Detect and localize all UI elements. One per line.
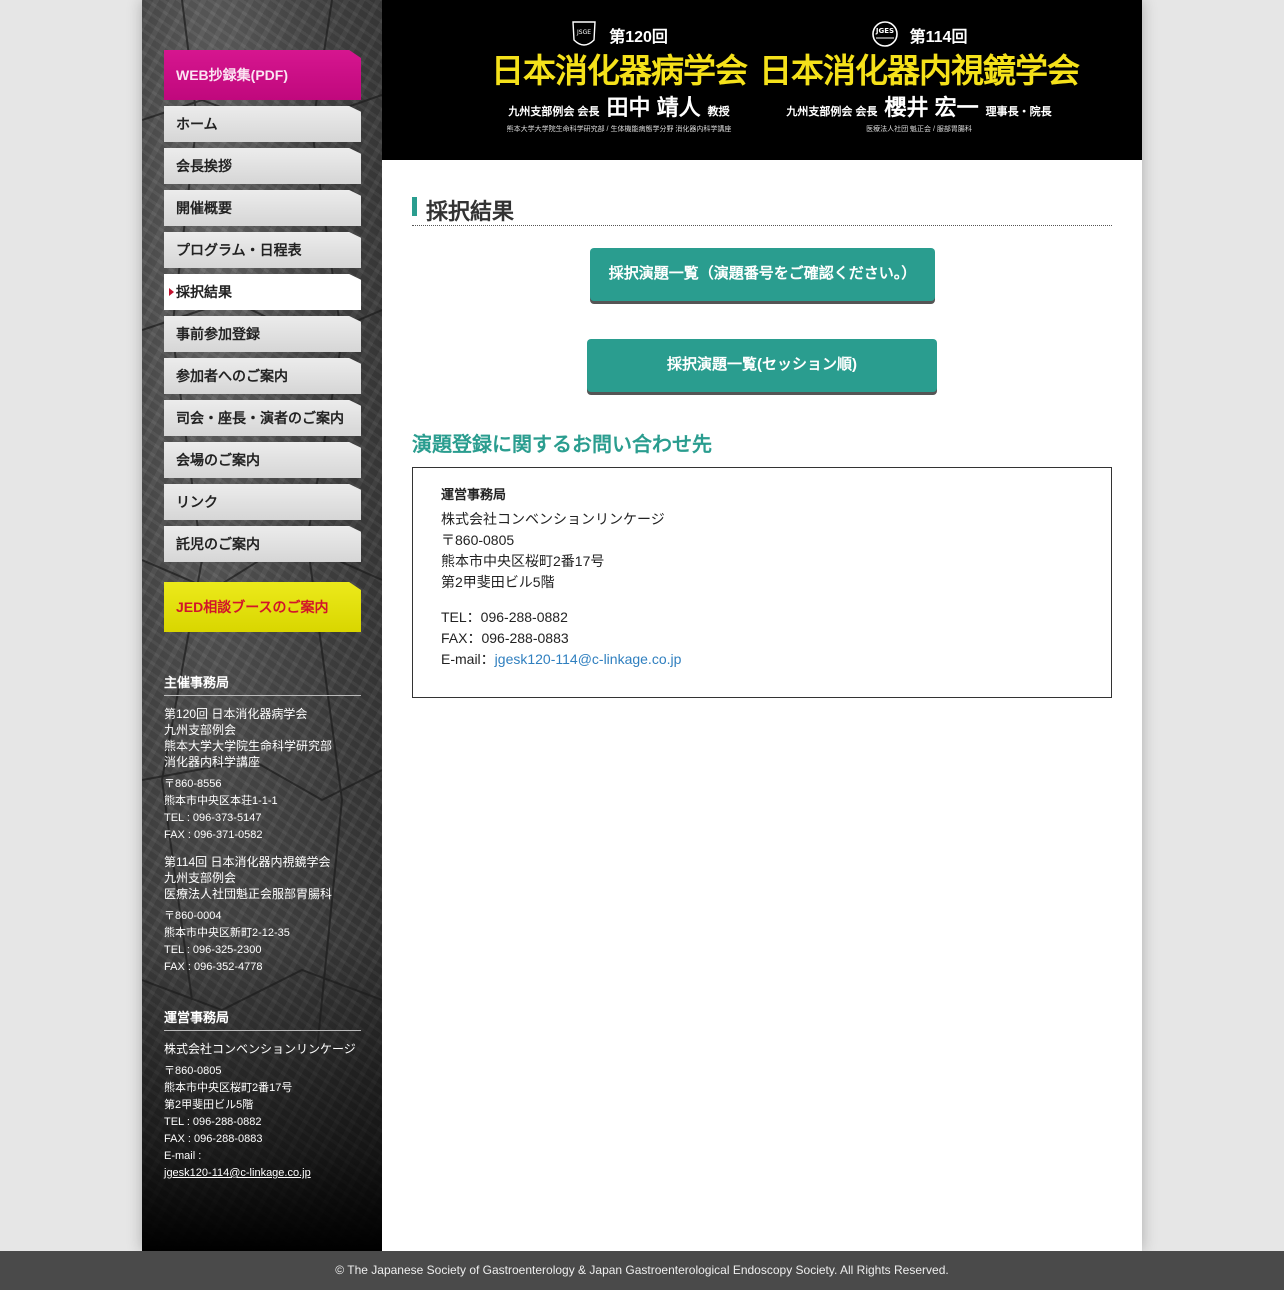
header-jsge-block: JSGE 第120回 日本消化器病学会 九州支部例会 会長 田中 靖人 教授 熊… [444,18,794,134]
nav-item-links[interactable]: リンク [164,484,361,520]
jsge-president-title: 教授 [707,106,730,118]
host-org1-line: 九州支部例会 [164,723,237,737]
nav-item-chair-speaker-guide[interactable]: 司会・座長・演者のご案内 [164,400,361,436]
contact-title: 運営事務局 [441,487,507,502]
nav-item-acceptance-results[interactable]: 採択結果 [164,274,361,310]
host-org2-contact: 〒860-0004 熊本市中央区新町2-12-35 TEL : 096-325-… [164,908,361,976]
page-title-text: 採択結果 [426,199,515,224]
ops-office-heading: 運営事務局 [164,1007,361,1031]
host-org2-line: 医療法人社団魁正会服部胃腸科 [164,887,333,901]
host-org1-address: 熊本市中央区本荘1-1-1 [164,795,278,807]
ops-contact: 〒860-0805 熊本市中央区桜町2番17号 第2甲斐田ビル5階 TEL : … [164,1063,361,1182]
contact-address-line: 熊本市中央区桜町2番17号 [441,553,605,569]
jsge-president-name: 田中 靖人 [606,95,701,120]
host-office-info: 主催事務局 第120回 日本消化器病学会 九州支部例会 熊本大学大学院生命科学研… [164,672,361,986]
contact-postal: 〒860-0805 [441,532,515,548]
host-org2-name: 第114回 日本消化器内視鏡学会 九州支部例会 医療法人社団魁正会服部胃腸科 [164,854,361,902]
nav-item-venue[interactable]: 会場のご案内 [164,442,361,478]
nav-item-home[interactable]: ホーム [164,106,361,142]
host-org1-postal: 〒860-8556 [164,778,222,790]
jges-president-prefix: 九州支部例会 会長 [786,106,878,118]
jges-logo-icon: JGES [871,21,898,47]
ops-building: 第2甲斐田ビル5階 [164,1099,254,1111]
ops-email-link[interactable]: jgesk120-114@c-linkage.co.jp [164,1167,311,1179]
ops-address: 熊本市中央区桜町2番17号 [164,1082,293,1094]
ops-email-label: E-mail : [164,1150,202,1162]
contact-email-label: E-mail： [441,651,495,667]
jges-president-title: 理事長・院長 [985,106,1052,118]
accepted-list-session-button[interactable]: 採択演題一覧(セッション順) [587,339,937,392]
host-org2-postal: 〒860-0004 [164,910,222,922]
contact-email: E-mail：jgesk120-114@c-linkage.co.jp [441,649,1083,670]
host-org1-fax: FAX : 096-371-0582 [164,829,263,841]
sidebar: WEB抄録集(PDF) ホーム 会長挨拶 開催概要 プログラム・日程表 採択結果… [142,0,382,1251]
header-jges-block: JGES 第114回 日本消化器内視鏡学会 九州支部例会 会長 櫻井 宏一 理事… [744,18,1094,134]
accepted-list-number-button[interactable]: 採択演題一覧（演題番号をご確認ください。） [590,248,935,301]
nav-web-abstracts-pdf[interactable]: WEB抄録集(PDF) [164,50,361,100]
host-org1-tel: TEL : 096-373-5147 [164,812,262,824]
nav-item-greeting[interactable]: 会長挨拶 [164,148,361,184]
host-org1-contact: 〒860-8556 熊本市中央区本荘1-1-1 TEL : 096-373-51… [164,776,361,844]
contact-company: 株式会社コンベンションリンケージ [441,511,665,527]
jges-society-name: 日本消化器内視鏡学会 [759,52,1080,89]
jsge-affiliation: 熊本大学大学院生命科学研究部 / 生体機能病態学分野 消化器内科学講座 [506,126,732,133]
jsge-edition: 第120回 [609,29,668,46]
page-container: WEB抄録集(PDF) ホーム 会長挨拶 開催概要 プログラム・日程表 採択結果… [142,0,1142,1251]
main-nav: WEB抄録集(PDF) ホーム 会長挨拶 開催概要 プログラム・日程表 採択結果… [164,50,361,638]
host-org1-line: 熊本大学大学院生命科学研究部 [164,739,333,753]
nav-item-program[interactable]: プログラム・日程表 [164,232,361,268]
ops-fax: FAX : 096-288-0883 [164,1133,263,1145]
nav-jed-booth[interactable]: JED相談ブースのご案内 [164,582,361,632]
jges-edition: 第114回 [909,29,968,46]
svg-text:JGES: JGES [874,27,893,35]
svg-text:JSGE: JSGE [576,29,591,36]
contact-building: 第2甲斐田ビル5階 [441,574,555,590]
contact-fax: FAX：096-288-0883 [441,630,569,646]
jsge-president-prefix: 九州支部例会 会長 [508,106,600,118]
nav-item-pre-registration[interactable]: 事前参加登録 [164,316,361,352]
page-title: 採択結果 [412,194,1112,226]
ops-company: 株式会社コンベンションリンケージ [164,1042,356,1056]
ops-tel: TEL : 096-288-0882 [164,1116,262,1128]
main-content: 採択結果 採択演題一覧（演題番号をご確認ください。） 採択演題一覧(セッション順… [382,160,1142,1251]
contact-address: 株式会社コンベンションリンケージ 〒860-0805 熊本市中央区桜町2番17号… [441,509,1083,593]
host-org1-line: 第120回 日本消化器病学会 [164,707,308,721]
contact-numbers: TEL：096-288-0882 FAX：096-288-0883 E-mail… [441,607,1083,670]
host-org2-address: 熊本市中央区新町2-12-35 [164,927,290,939]
footer-copyright: © The Japanese Society of Gastroenterolo… [335,1263,949,1277]
nav-item-overview[interactable]: 開催概要 [164,190,361,226]
jges-affiliation: 医療法人社団 魁正会 / 服部胃腸科 [866,126,972,133]
ops-postal: 〒860-0805 [164,1065,222,1077]
jsge-president: 九州支部例会 会長 田中 靖人 教授 [444,90,794,122]
contact-box: 運営事務局 株式会社コンベンションリンケージ 〒860-0805 熊本市中央区桜… [412,467,1112,698]
ops-office-info: 運営事務局 株式会社コンベンションリンケージ 〒860-0805 熊本市中央区桜… [164,1007,361,1192]
host-org2-fax: FAX : 096-352-4778 [164,961,263,973]
host-org2-line: 九州支部例会 [164,871,237,885]
title-accent-bar [412,197,417,216]
host-org1-line: 消化器内科学講座 [164,755,261,769]
nav-item-childcare[interactable]: 託児のご案内 [164,526,361,562]
site-footer: © The Japanese Society of Gastroenterolo… [0,1251,1284,1290]
contact-heading: 演題登録に関するお問い合わせ先 [412,434,712,456]
contact-tel: TEL：096-288-0882 [441,609,568,625]
host-org2-tel: TEL : 096-325-2300 [164,944,262,956]
jges-president: 九州支部例会 会長 櫻井 宏一 理事長・院長 [744,90,1094,122]
jsge-logo-icon: JSGE [572,21,596,46]
host-office-heading: 主催事務局 [164,672,361,696]
jges-president-name: 櫻井 宏一 [884,95,979,120]
nav-item-participant-guide[interactable]: 参加者へのご案内 [164,358,361,394]
site-header: JSGE 第120回 日本消化器病学会 九州支部例会 会長 田中 靖人 教授 熊… [382,0,1142,160]
host-org2-line: 第114回 日本消化器内視鏡学会 [164,855,331,869]
jsge-society-name: 日本消化器病学会 [491,52,748,89]
host-org1-name: 第120回 日本消化器病学会 九州支部例会 熊本大学大学院生命科学研究部 消化器… [164,706,361,770]
contact-email-link[interactable]: jgesk120-114@c-linkage.co.jp [495,651,682,667]
